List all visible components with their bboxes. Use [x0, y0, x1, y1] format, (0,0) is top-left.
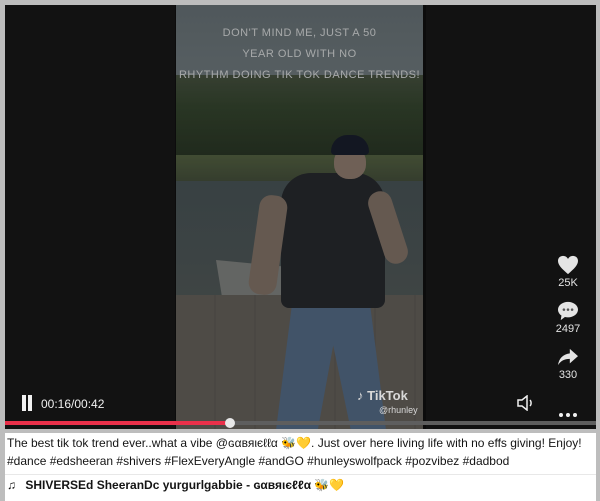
caption-panel: The best tik tok trend ever..what a vibe…	[5, 433, 596, 501]
comment-count: 2497	[555, 323, 581, 335]
progress-bar[interactable]	[5, 418, 596, 428]
more-options-button[interactable]	[559, 402, 580, 421]
dot	[559, 413, 563, 417]
hashtag-list[interactable]: #dance #edsheeran #shivers #FlexEveryAng…	[7, 454, 509, 468]
pause-button[interactable]	[20, 395, 34, 411]
like-count: 25K	[558, 277, 578, 289]
video-player[interactable]: DON'T MIND ME, JUST A 50 YEAR OLD WITH N…	[5, 5, 596, 429]
pause-icon	[22, 395, 26, 411]
comment-button[interactable]: 2497	[548, 301, 588, 335]
speaker-icon	[517, 394, 532, 412]
music-title: SHIVERSEd SheeranDc yurgurlgabbie - ɢαвя…	[25, 478, 345, 492]
action-column: 25K 2497 330	[548, 255, 588, 393]
divider	[5, 474, 596, 475]
dot	[573, 413, 577, 417]
pause-icon-bar	[28, 395, 32, 411]
share-count: 330	[558, 369, 578, 381]
dot	[566, 413, 570, 417]
like-button[interactable]: 25K	[548, 255, 588, 289]
dim-overlay	[5, 5, 596, 429]
music-note-icon: ♫	[7, 478, 16, 492]
share-button[interactable]: 330	[548, 347, 588, 381]
progress-fill	[5, 421, 231, 425]
comment-icon	[558, 301, 578, 321]
playback-time: 00:16/00:42	[41, 397, 105, 411]
music-info[interactable]: ♫ SHIVERSEd SheeranDc yurgurlgabbie - ɢα…	[7, 478, 344, 492]
video-description: The best tik tok trend ever..what a vibe…	[7, 436, 582, 450]
share-icon	[558, 348, 578, 366]
heart-icon	[558, 255, 578, 275]
volume-button[interactable]	[517, 394, 535, 415]
